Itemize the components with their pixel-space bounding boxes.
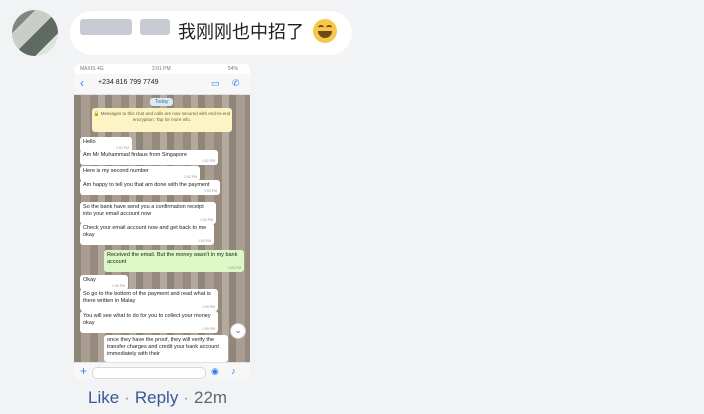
separator-dot: · [183,388,189,407]
chat-input-bar: + ◉ ♪ [74,362,250,380]
reply-link[interactable]: Reply [135,388,178,407]
message-input-field [92,367,206,379]
contact-number: +234 816 799 7749 [98,79,159,86]
chat-message: So the bank have send you a confirmation… [80,202,216,224]
commenter-avatar[interactable] [12,10,58,56]
chat-message: So go to the bottom of the payment and r… [80,289,218,311]
scroll-down-button: ⌄ [230,323,246,339]
chat-screenshot-image[interactable]: MAXIS 4G 2:01 PM 54% ‹ +234 816 799 7749… [74,64,250,380]
comment-text: 我刚刚也中招了 [178,22,304,42]
chat-area: Today 🔒 Messages to this chat and calls … [74,95,250,362]
chat-message: once they have the proof, they will veri… [104,335,228,362]
chat-message: Am happy to tell you that am done with t… [80,180,220,195]
microphone-icon: ♪ [231,366,236,376]
separator-dot: · [124,388,130,407]
comment-actions: Like · Reply · 22m [88,388,227,408]
camera-icon: ◉ [211,366,219,376]
laughing-emoji-icon [313,19,337,43]
phone-status-bar: MAXIS 4G 2:01 PM 54% [74,64,250,74]
video-call-icon: ▭ [211,78,220,88]
attach-plus-icon: + [80,364,88,378]
chat-message: Okay 1:58 PM [80,275,128,290]
date-label: Today [150,98,174,106]
like-link[interactable]: Like [88,388,119,407]
blurred-name-part2[interactable] [140,19,170,35]
chat-message-sent: Received the email. But the money wasn't… [104,250,244,272]
blurred-name-part1[interactable] [80,19,132,35]
phone-call-icon: ✆ [232,78,240,88]
battery-label: 54% [228,66,239,72]
chat-message: Check your email account now and get bac… [80,223,214,245]
status-time: 2:01 PM [152,66,171,72]
chat-header: ‹ +234 816 799 7749 ▭ ✆ [74,74,250,95]
chat-message: Am Mr Muhammad firdaus from Singapore 1:5… [80,150,218,165]
back-arrow-icon: ‹ [80,76,84,90]
chat-message: You will see what to do for you to colle… [80,311,218,333]
carrier-label: MAXIS 4G [80,66,104,72]
comment-timestamp[interactable]: 22m [194,388,227,407]
encryption-notice: 🔒 Messages to this chat and calls are no… [92,108,232,132]
chat-message: Here is my second number 1:52 PM [80,166,200,181]
